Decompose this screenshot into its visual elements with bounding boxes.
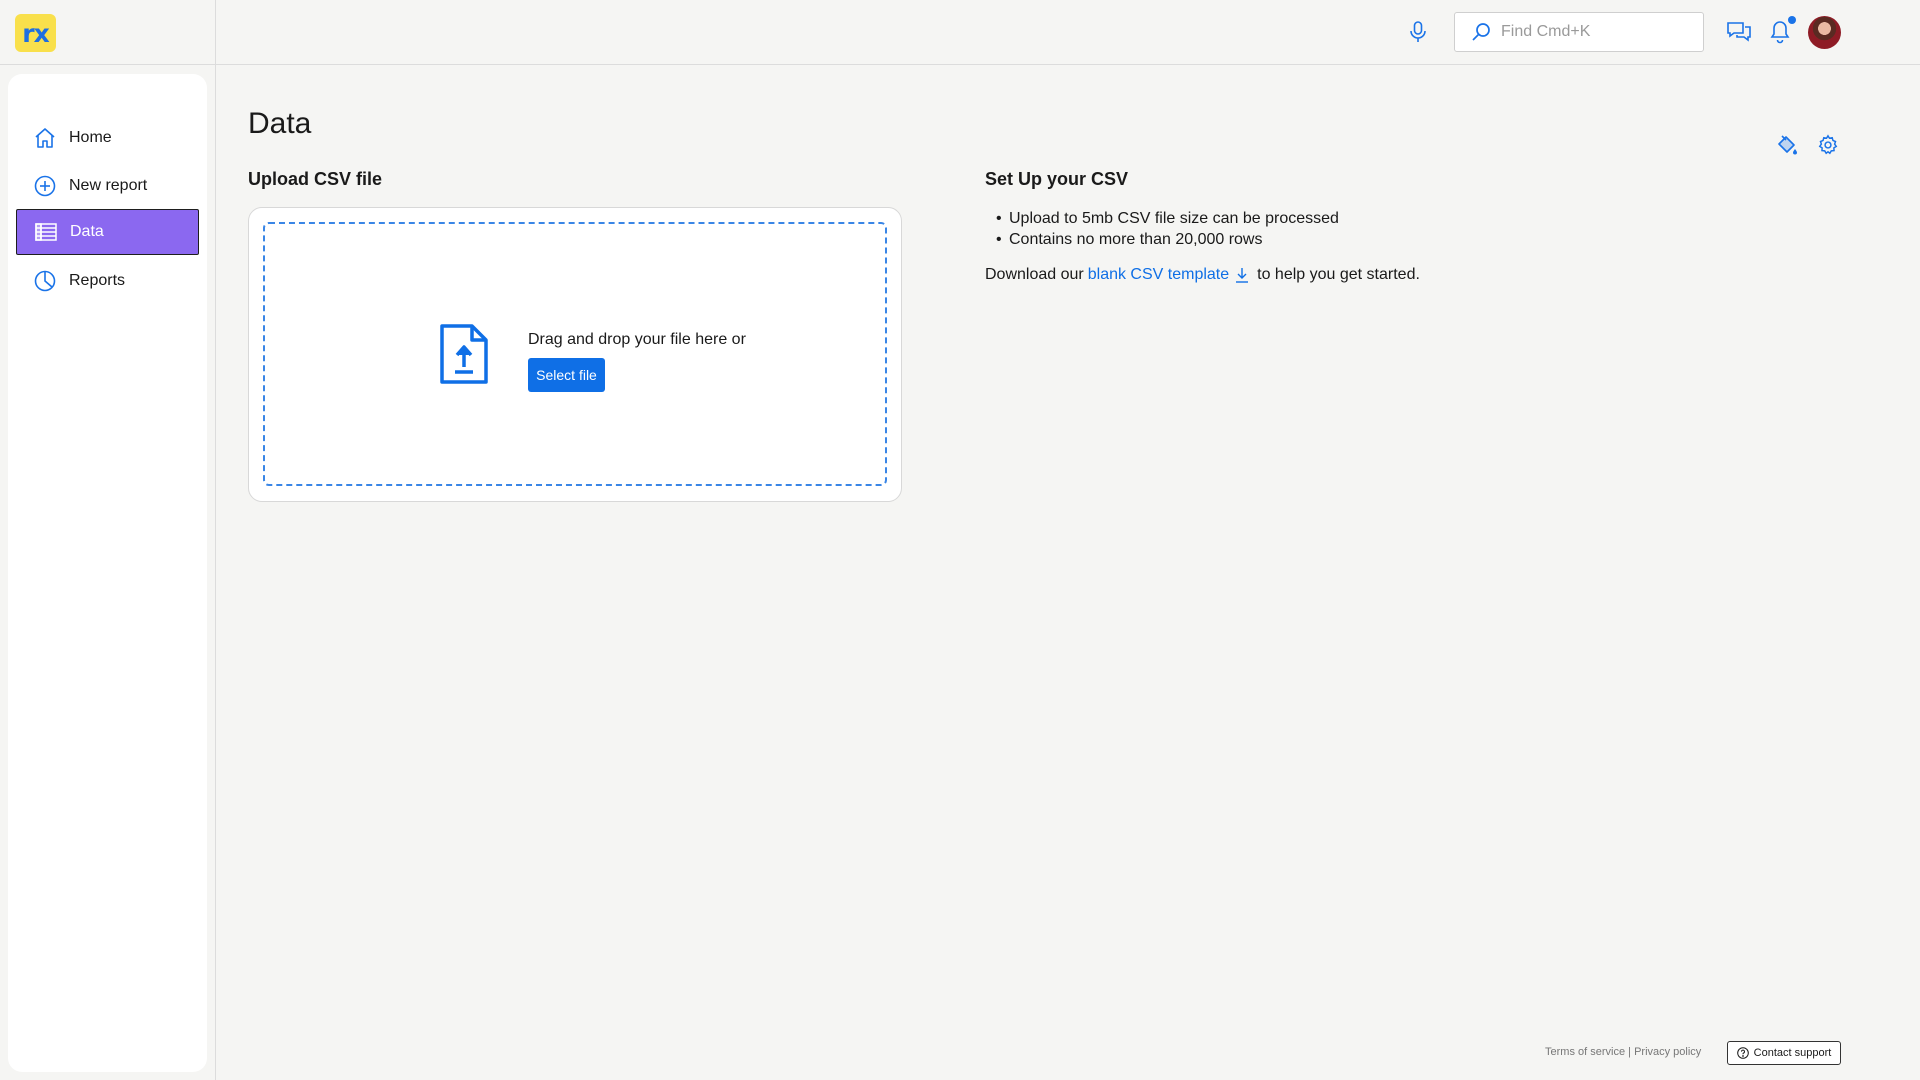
privacy-link[interactable]: Privacy policy	[1634, 1046, 1701, 1058]
search-box[interactable]	[1454, 12, 1704, 52]
download-template-text: Download our blank CSV template to help …	[985, 266, 1420, 284]
home-icon	[33, 126, 57, 150]
chat-icon[interactable]	[1726, 19, 1752, 45]
download-icon	[1236, 268, 1249, 283]
sidebar-item-reports[interactable]: Reports	[16, 258, 199, 304]
list-item: Contains no more than 20,000 rows	[994, 229, 1339, 250]
contact-support-label: Contact support	[1753, 1047, 1832, 1059]
sidebar-item-label: Data	[70, 223, 104, 240]
file-dropzone[interactable]: Drag and drop your file here or Select f…	[263, 222, 887, 486]
file-upload-icon	[440, 324, 488, 384]
avatar[interactable]	[1808, 16, 1841, 49]
page-title: Data	[248, 107, 312, 140]
top-bar: rx	[0, 0, 1920, 65]
paint-bucket-icon[interactable]	[1774, 132, 1800, 158]
table-icon	[34, 220, 58, 244]
download-link-label: blank CSV template	[1087, 266, 1230, 283]
terms-link[interactable]: Terms of service	[1545, 1046, 1625, 1058]
sidebar-divider	[215, 0, 216, 1080]
gear-icon[interactable]	[1815, 132, 1841, 158]
download-suffix: to help you get started.	[1257, 266, 1420, 283]
contact-support-button[interactable]: Contact support	[1727, 1041, 1841, 1065]
pie-chart-icon	[33, 269, 57, 293]
sidebar-item-new-report[interactable]: New report	[16, 163, 199, 209]
plus-circle-icon	[33, 174, 57, 198]
sidebar-item-label: Reports	[69, 272, 126, 289]
setup-heading: Set Up your CSV	[985, 169, 1129, 189]
sidebar: Home New report Data Reports	[8, 74, 207, 1072]
sidebar-item-label: New report	[69, 177, 148, 194]
download-template-link[interactable]: blank CSV template	[1088, 266, 1249, 284]
search-icon	[1472, 23, 1490, 41]
requirements-list: Upload to 5mb CSV file size can be proce…	[994, 208, 1339, 250]
download-prefix: Download our	[985, 266, 1084, 283]
footer-separator: |	[1625, 1046, 1635, 1058]
search-input[interactable]	[1501, 23, 1681, 41]
notification-dot	[1788, 16, 1796, 24]
app-logo[interactable]: rx	[15, 14, 56, 52]
help-icon	[1736, 1047, 1749, 1059]
sidebar-item-data[interactable]: Data	[16, 209, 199, 255]
drop-instructions: Drag and drop your file here or	[528, 331, 746, 348]
list-item: Upload to 5mb CSV file size can be proce…	[994, 208, 1339, 229]
upload-heading: Upload CSV file	[248, 169, 383, 189]
sidebar-item-label: Home	[69, 129, 112, 146]
select-file-button[interactable]: Select file	[528, 358, 605, 392]
footer-links: Terms of service | Privacy policy	[1545, 1046, 1701, 1058]
sidebar-item-home[interactable]: Home	[16, 115, 199, 161]
upload-card: Drag and drop your file here or Select f…	[248, 207, 902, 502]
microphone-icon[interactable]	[1406, 20, 1430, 44]
